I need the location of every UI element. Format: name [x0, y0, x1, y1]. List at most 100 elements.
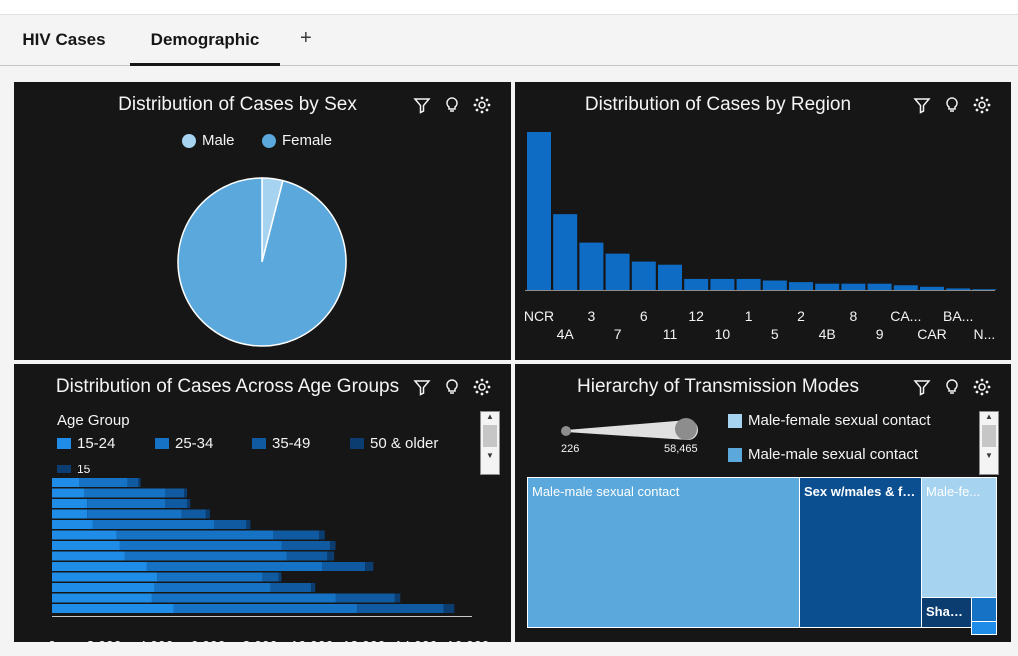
scroll-down-icon[interactable]: ▼: [980, 451, 998, 460]
bar-segment-50-older[interactable]: [205, 509, 210, 519]
pie-slice-male[interactable]: [177, 177, 347, 347]
bar-segment-50-older[interactable]: [278, 572, 282, 582]
bar-1[interactable]: [736, 278, 761, 290]
legend-age-15-24[interactable]: 15-24: [57, 435, 115, 452]
settings-icon[interactable]: [473, 378, 491, 396]
legend-scrollbar[interactable]: ▲ ▼: [480, 411, 500, 475]
bar-segment-50-older[interactable]: [330, 541, 336, 550]
filter-icon[interactable]: [913, 96, 931, 114]
tab-hiv-cases[interactable]: HIV Cases: [20, 29, 108, 63]
bar-segment-50-older[interactable]: [187, 499, 191, 508]
treemap-cell-sex-males-females[interactable]: Sex w/males & fe...: [799, 477, 922, 628]
bar-segment-25-34[interactable]: [87, 499, 166, 508]
bar-BA...[interactable]: [946, 288, 971, 290]
bar-segment-25-34[interactable]: [151, 593, 336, 603]
bar-segment-35-49[interactable]: [322, 562, 366, 571]
lightbulb-icon[interactable]: [943, 378, 961, 396]
bar-segment-35-49[interactable]: [165, 488, 185, 498]
bar-segment-25-34[interactable]: [124, 551, 287, 561]
bar-segment-15-24[interactable]: [52, 499, 88, 508]
bar-segment-35-49[interactable]: [181, 509, 206, 519]
bar-segment-15-24[interactable]: [52, 488, 85, 498]
bar-segment-25-34[interactable]: [116, 530, 274, 540]
filter-icon[interactable]: [413, 96, 431, 114]
legend-age-35-49[interactable]: 35-49: [252, 435, 310, 452]
bar-segment-35-49[interactable]: [273, 530, 320, 540]
lightbulb-icon[interactable]: [443, 96, 461, 114]
bar-segment-15-24[interactable]: [52, 583, 155, 592]
bar-segment-15-24[interactable]: [52, 562, 147, 571]
legend-female[interactable]: Female: [262, 132, 332, 149]
bar-segment-25-34[interactable]: [154, 583, 271, 592]
bar-segment-50-older[interactable]: [246, 520, 251, 529]
legend-age-50-older[interactable]: 50 & older: [350, 435, 438, 452]
bar-segment-50-older[interactable]: [311, 583, 316, 592]
bar-2[interactable]: [789, 282, 813, 290]
age-bar-chart[interactable]: 0 2,000 4,000 6,000 8,000 10,000 12,000 14,000 1…: [14, 472, 511, 642]
bar-segment-15-24[interactable]: [52, 551, 125, 561]
bar-segment-50-older[interactable]: [138, 478, 141, 487]
filter-icon[interactable]: [913, 378, 931, 396]
bar-8[interactable]: [841, 283, 866, 290]
bar-N...[interactable]: [972, 289, 997, 290]
bar-11[interactable]: [658, 264, 682, 290]
bar-NCR[interactable]: [527, 132, 551, 290]
bar-10[interactable]: [710, 278, 735, 290]
bar-segment-50-older[interactable]: [327, 551, 335, 561]
bar-segment-35-49[interactable]: [286, 551, 328, 561]
scroll-down-icon[interactable]: ▼: [481, 451, 499, 460]
treemap-cell-other[interactable]: [971, 597, 997, 622]
bar-12[interactable]: [684, 278, 709, 290]
filter-icon[interactable]: [413, 378, 431, 396]
bar-segment-15-24[interactable]: [52, 520, 93, 529]
bar-segment-15-24[interactable]: [52, 593, 152, 603]
bar-segment-35-49[interactable]: [270, 583, 312, 592]
settings-icon[interactable]: [973, 378, 991, 396]
bar-segment-35-49[interactable]: [281, 541, 331, 550]
bar-segment-35-49[interactable]: [335, 593, 395, 603]
bar-5[interactable]: [762, 280, 787, 290]
bar-segment-15-24[interactable]: [52, 572, 158, 582]
bar-7[interactable]: [605, 253, 630, 290]
bar-segment-25-34[interactable]: [87, 509, 182, 519]
legend-male-male[interactable]: Male-male sexual contact: [728, 446, 918, 463]
bar-3[interactable]: [579, 242, 604, 290]
treemap-cell-other-small[interactable]: [971, 621, 997, 635]
settings-icon[interactable]: [473, 96, 491, 114]
bar-segment-25-34[interactable]: [84, 488, 166, 498]
bar-segment-50-older[interactable]: [394, 593, 401, 603]
add-tab-button[interactable]: +: [300, 27, 312, 50]
bar-segment-25-34[interactable]: [146, 562, 323, 571]
treemap-cell-male-male[interactable]: Male-male sexual contact: [527, 477, 800, 628]
lightbulb-icon[interactable]: [443, 378, 461, 396]
bar-segment-25-34[interactable]: [157, 572, 263, 582]
bar-segment-25-34[interactable]: [173, 604, 358, 613]
scroll-up-icon[interactable]: ▲: [481, 412, 499, 421]
bar-segment-35-49[interactable]: [214, 520, 247, 529]
pie-chart[interactable]: [172, 172, 352, 352]
bar-segment-15-24[interactable]: [52, 478, 79, 487]
bar-segment-35-49[interactable]: [127, 478, 139, 487]
settings-icon[interactable]: [973, 96, 991, 114]
lightbulb-icon[interactable]: [943, 96, 961, 114]
treemap-cell-male-female[interactable]: Male-fe...: [921, 477, 997, 598]
bar-segment-15-24[interactable]: [52, 509, 88, 519]
bar-segment-25-34[interactable]: [79, 478, 128, 487]
bar-segment-25-34[interactable]: [119, 541, 282, 550]
legend-age-25-34[interactable]: 25-34: [155, 435, 213, 452]
bar-segment-35-49[interactable]: [165, 499, 187, 508]
tab-demographic[interactable]: Demographic: [130, 29, 280, 66]
scroll-thumb[interactable]: [982, 425, 996, 447]
bar-segment-50-older[interactable]: [184, 488, 187, 498]
legend-male[interactable]: Male: [182, 132, 235, 149]
bar-6[interactable]: [631, 261, 656, 290]
legend-male-female[interactable]: Male-female sexual contact: [728, 412, 931, 429]
bar-segment-50-older[interactable]: [365, 562, 374, 571]
bar-CA...[interactable]: [893, 285, 918, 290]
bar-9[interactable]: [867, 283, 892, 290]
bar-segment-50-older[interactable]: [319, 530, 325, 540]
bar-segment-35-49[interactable]: [262, 572, 279, 582]
bar-segment-15-24[interactable]: [52, 530, 117, 540]
bar-4B[interactable]: [815, 283, 840, 290]
scroll-thumb[interactable]: [483, 425, 497, 447]
